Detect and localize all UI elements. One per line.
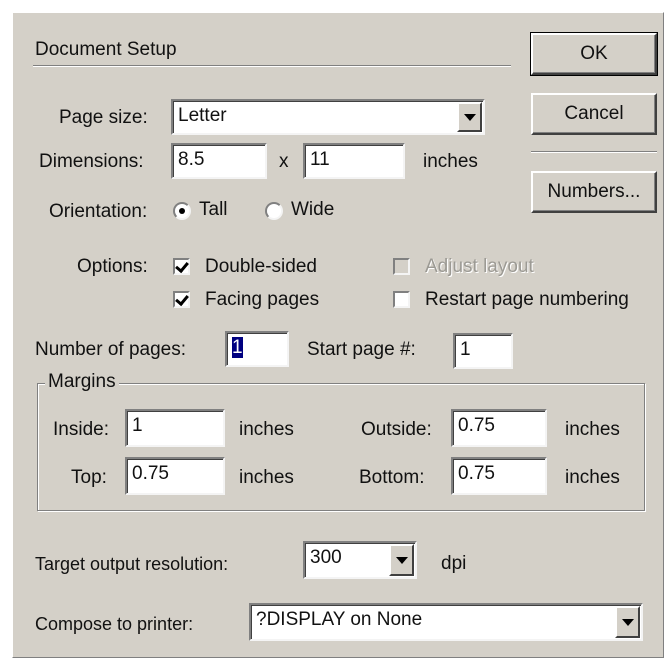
- restart-numbering-label: Restart page numbering: [425, 289, 629, 310]
- resolution-label: Target output resolution:: [35, 554, 229, 574]
- printer-label: Compose to printer:: [35, 614, 194, 634]
- title-divider: [33, 65, 511, 67]
- cancel-button[interactable]: Cancel: [531, 93, 657, 135]
- printer-select[interactable]: ?DISPLAY on None: [249, 603, 643, 641]
- document-setup-dialog: Document Setup OK Cancel Numbers... Page…: [12, 12, 664, 658]
- outside-label: Outside:: [361, 419, 432, 440]
- start-page-field[interactable]: 1: [453, 333, 513, 369]
- inside-label: Inside:: [53, 419, 109, 440]
- chevron-down-icon[interactable]: [457, 102, 482, 132]
- printer-value: ?DISPLAY on None: [256, 609, 423, 630]
- number-of-pages-label: Number of pages:: [35, 339, 187, 360]
- page-size-label: Page size:: [59, 107, 148, 128]
- orientation-label: Orientation:: [49, 201, 148, 222]
- tall-label: Tall: [199, 199, 228, 220]
- dimensions-unit: inches: [423, 151, 478, 172]
- margins-label: Margins: [45, 371, 119, 393]
- bottom-unit: inches: [565, 467, 620, 488]
- wide-radio[interactable]: [265, 202, 283, 220]
- start-page-label: Start page #:: [307, 339, 416, 360]
- double-sided-checkbox[interactable]: [173, 258, 190, 275]
- number-of-pages-value: 1: [232, 337, 243, 358]
- adjust-layout-label: Adjust layout: [425, 256, 534, 277]
- dialog-title: Document Setup: [35, 39, 177, 60]
- wide-label: Wide: [291, 199, 335, 220]
- page-size-select[interactable]: Letter: [171, 99, 485, 135]
- bottom-field[interactable]: 0.75: [451, 457, 547, 495]
- options-label: Options:: [77, 256, 148, 277]
- adjust-layout-checkbox[interactable]: [393, 258, 410, 275]
- bottom-label: Bottom:: [359, 467, 425, 488]
- chevron-down-icon[interactable]: [615, 606, 640, 638]
- numbers-button[interactable]: Numbers...: [531, 171, 657, 213]
- double-sided-label: Double-sided: [205, 256, 317, 277]
- top-label: Top:: [71, 467, 107, 488]
- facing-pages-checkbox[interactable]: [173, 291, 190, 308]
- number-of-pages-field[interactable]: 1: [225, 331, 289, 367]
- resolution-unit: dpi: [441, 553, 467, 574]
- inside-field[interactable]: 1: [125, 409, 225, 447]
- tall-radio[interactable]: [173, 202, 191, 220]
- dimensions-label: Dimensions:: [39, 151, 144, 172]
- facing-pages-label: Facing pages: [205, 289, 320, 310]
- width-field[interactable]: 8.5: [171, 143, 267, 179]
- button-divider: [531, 151, 657, 153]
- resolution-value: 300: [310, 547, 342, 568]
- inside-unit: inches: [239, 419, 294, 440]
- outside-unit: inches: [565, 419, 620, 440]
- top-unit: inches: [239, 467, 294, 488]
- times-sign: x: [279, 151, 289, 172]
- ok-button[interactable]: OK: [530, 32, 658, 76]
- top-field[interactable]: 0.75: [125, 457, 225, 495]
- restart-numbering-checkbox[interactable]: [393, 291, 410, 308]
- chevron-down-icon[interactable]: [389, 544, 414, 576]
- outside-field[interactable]: 0.75: [451, 409, 547, 447]
- page-size-value: Letter: [178, 105, 227, 126]
- height-field[interactable]: 11: [303, 143, 405, 179]
